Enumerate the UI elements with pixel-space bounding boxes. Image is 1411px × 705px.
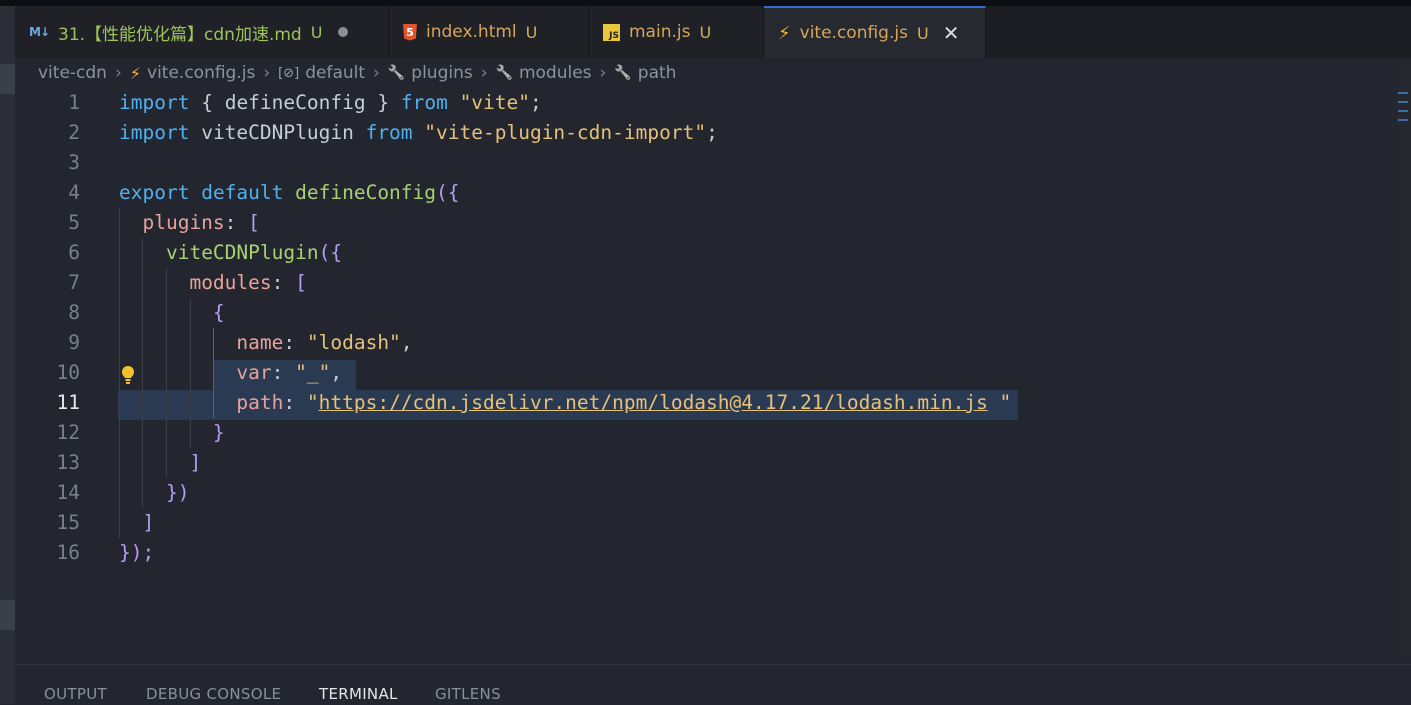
untracked-status: U (525, 22, 538, 42)
untracked-status: U (916, 23, 929, 43)
minimap-marker (1398, 92, 1408, 94)
chevron-right-icon: › (114, 63, 122, 83)
code-text: }) (165, 481, 190, 504)
vite-icon: ⚡ (778, 22, 791, 44)
breadcrumb-modules[interactable]: modules (519, 63, 592, 83)
code-line: 14 }) (15, 478, 1396, 508)
code-text: path: "https://cdn.jsdelivr.net/npm/loda… (236, 391, 1012, 414)
breadcrumb-file[interactable]: vite.config.js (147, 63, 255, 83)
activity-bar-indicator (0, 600, 15, 630)
wrench-icon: 🔧 (614, 65, 632, 81)
code-text: }); (119, 541, 155, 564)
code-text: import viteCDNPlugin from "vite-plugin-c… (119, 121, 718, 144)
breadcrumb-default[interactable]: default (305, 63, 365, 83)
tab-index-html[interactable]: 5 index.html U (389, 6, 589, 58)
code-text: ] (189, 451, 202, 474)
code-line: 2 import viteCDNPlugin from "vite-plugin… (15, 118, 1396, 148)
code-text: } (212, 421, 225, 444)
line-number: 11 (56, 391, 80, 414)
code-line: 1 import { defineConfig } from "vite"; (15, 88, 1396, 118)
minimap-marker (1398, 110, 1408, 112)
tab-label: main.js (629, 22, 691, 42)
tab-output[interactable]: OUTPUT (44, 685, 107, 703)
line-number: 5 (68, 211, 80, 234)
line-number: 8 (68, 301, 80, 324)
code-text: plugins: [ (142, 211, 260, 234)
code-line: 13 ] (15, 448, 1396, 478)
code-text: ] (142, 511, 155, 534)
breadcrumb: vite-cdn › ⚡ vite.config.js › [⊘] defaul… (38, 60, 676, 86)
code-line: 16 }); (15, 538, 1396, 568)
untracked-status: U (699, 22, 712, 42)
code-line: 12 } (15, 418, 1396, 448)
tab-debug-console[interactable]: DEBUG CONSOLE (146, 685, 281, 703)
code-line: 4 export default defineConfig({ (15, 178, 1396, 208)
chevron-right-icon: › (599, 63, 607, 83)
bottom-panel: OUTPUT DEBUG CONSOLE TERMINAL GITLENS (15, 664, 1411, 705)
line-number: 4 (68, 181, 80, 204)
code-line: 7 modules: [ (15, 268, 1396, 298)
javascript-icon: JS (603, 23, 620, 41)
breadcrumb-folder[interactable]: vite-cdn (38, 63, 107, 83)
vite-icon: ⚡ (129, 63, 142, 83)
close-icon[interactable]: ✕ (943, 21, 960, 45)
code-line: 6 viteCDNPlugin({ (15, 238, 1396, 268)
code-line: 9 name: "lodash", (15, 328, 1396, 358)
tab-gitlens[interactable]: GITLENS (435, 685, 501, 703)
chevron-right-icon: › (373, 63, 380, 83)
code-line: 3 (15, 148, 1396, 178)
code-text: export default defineConfig({ (119, 181, 460, 204)
minimap-marker (1398, 101, 1408, 103)
wrench-icon: 🔧 (495, 65, 513, 81)
wrench-icon: 🔧 (387, 65, 406, 81)
code-text: { (212, 301, 225, 324)
line-number: 1 (68, 91, 80, 114)
line-number: 12 (56, 421, 80, 444)
code-text: var: "_", (236, 361, 343, 384)
editor-tab-bar: M↓ 31.【性能优化篇】cdn加速.md U 5 index.html U J… (15, 6, 1411, 58)
line-number: 6 (68, 241, 80, 264)
line-number: 9 (68, 331, 80, 354)
url-link[interactable]: https://cdn.jsdelivr.net/npm/lodash@4.17… (319, 391, 988, 414)
code-text: modules: [ (189, 271, 307, 294)
minimap-marker (1398, 119, 1408, 121)
tab-label: 31.【性能优化篇】cdn加速.md (58, 24, 302, 45)
line-number: 2 (68, 121, 80, 144)
line-number: 14 (56, 481, 80, 504)
markdown-icon: M↓ (29, 25, 50, 39)
tab-markdown-file[interactable]: M↓ 31.【性能优化篇】cdn加速.md U (15, 6, 389, 58)
activity-bar (0, 6, 15, 704)
tab-vite-config[interactable]: ⚡ vite.config.js U ✕ (764, 6, 986, 58)
line-number: 16 (56, 541, 80, 564)
code-text: import { defineConfig } from "vite"; (119, 91, 542, 114)
code-line: 15 ] (15, 508, 1396, 538)
code-line: 5 plugins: [ (15, 208, 1396, 238)
html-icon: 5 (403, 23, 417, 41)
chevron-right-icon: › (263, 63, 271, 83)
tab-terminal[interactable]: TERMINAL (319, 685, 398, 703)
line-number: 7 (68, 271, 80, 294)
breadcrumb-path[interactable]: path (638, 63, 677, 83)
untracked-status: U (310, 22, 323, 42)
activity-bar-indicator (0, 64, 15, 94)
unsaved-dot-icon[interactable] (338, 27, 349, 37)
code-text: name: "lodash", (236, 331, 413, 354)
breadcrumb-plugins[interactable]: plugins (411, 63, 472, 83)
tab-label: vite.config.js (799, 23, 908, 43)
code-line-current: 11 path: "https://cdn.jsdelivr.net/npm/l… (15, 388, 1396, 418)
line-number: 15 (56, 511, 80, 534)
line-number: 13 (56, 451, 80, 474)
tab-label: index.html (426, 22, 517, 42)
code-line: 8 { (15, 298, 1396, 328)
code-line: 10 var: "_", (15, 358, 1396, 388)
line-number: 3 (68, 151, 80, 174)
code-text: viteCDNPlugin({ (165, 241, 343, 264)
editor-scrollbar[interactable] (1396, 60, 1411, 658)
symbol-variable-icon: [⊘] (278, 65, 300, 81)
chevron-right-icon: › (480, 63, 488, 83)
line-number: 10 (56, 361, 80, 384)
code-editor[interactable]: 1 import { defineConfig } from "vite"; 2… (15, 88, 1396, 658)
tab-main-js[interactable]: JS main.js U (589, 6, 764, 58)
